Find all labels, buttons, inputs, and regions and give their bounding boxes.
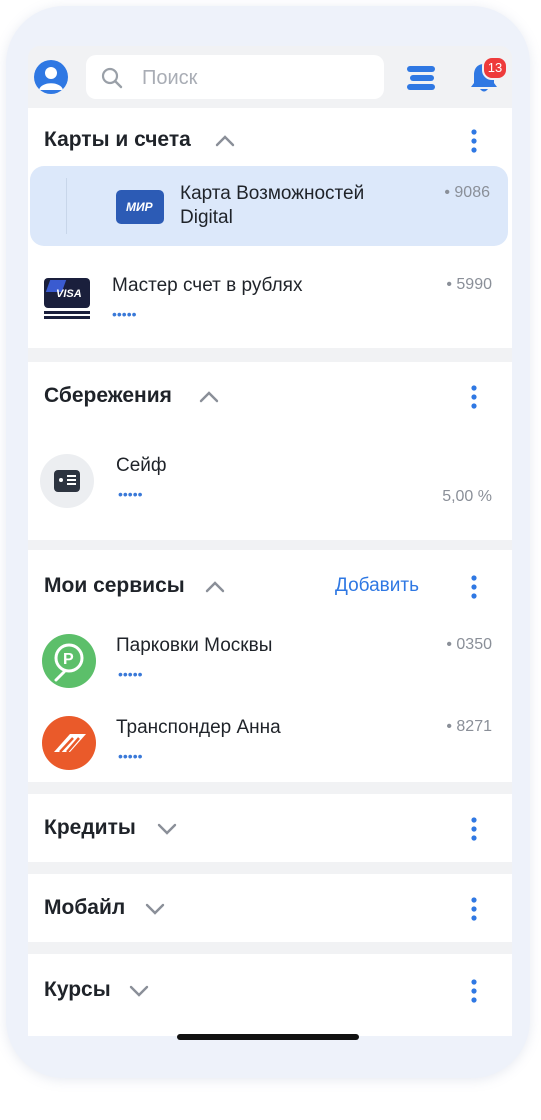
notification-badge: 13 — [482, 56, 508, 80]
mobile-section-title: Мобайл — [44, 896, 126, 919]
savings-more-icon[interactable] — [468, 384, 480, 410]
chevron-down-icon[interactable] — [144, 902, 166, 916]
services-section-title[interactable]: Мои сервисы — [44, 574, 185, 598]
card-row-mir[interactable]: МИР Карта Возможностей Digital • 9086 — [30, 166, 508, 246]
hidden-balance: ••••• — [118, 486, 143, 502]
cards-section-title[interactable]: Карты и счета — [44, 128, 191, 152]
row-divider — [66, 178, 67, 234]
transponder-title: Транспондер Анна — [116, 717, 281, 738]
parking-title: Парковки Москвы — [116, 635, 273, 656]
rates-section[interactable]: Курсы — [28, 954, 512, 1036]
search-placeholder: Поиск — [142, 67, 198, 89]
top-bar: Поиск 13 — [28, 46, 512, 108]
mobile-more-icon[interactable] — [468, 896, 480, 922]
svg-text:P: P — [63, 651, 74, 668]
mir-card-icon: МИР — [116, 190, 164, 224]
safe-rate: 5,00 % — [442, 488, 492, 505]
card-title-line1: Карта Возможностей — [180, 183, 365, 204]
parking-icon: P — [42, 634, 96, 688]
add-service-link[interactable]: Добавить — [335, 575, 419, 597]
chevron-down-icon[interactable] — [128, 984, 150, 998]
service-row-transponder[interactable]: Транспондер Анна • 8271 ••••• — [28, 708, 512, 782]
menu-icon[interactable] — [406, 63, 438, 93]
credits-more-icon[interactable] — [468, 816, 480, 842]
credits-section[interactable]: Кредиты — [28, 794, 512, 862]
cards-more-icon[interactable] — [468, 128, 480, 154]
profile-avatar-icon[interactable] — [34, 60, 68, 94]
account-title: Мастер счет в рублях — [112, 275, 303, 296]
chevron-up-icon[interactable] — [214, 134, 236, 148]
home-indicator[interactable] — [177, 1034, 359, 1040]
chevron-up-icon[interactable] — [198, 390, 220, 404]
rates-section-title: Курсы — [44, 978, 111, 1001]
parking-number: • 0350 — [446, 636, 492, 653]
mobile-section[interactable]: Мобайл — [28, 874, 512, 942]
chevron-up-icon[interactable] — [204, 580, 226, 594]
hidden-balance: ••••• — [112, 306, 137, 322]
app-screen: Поиск 13 Карты и счета МИР Карта Возможн… — [28, 46, 512, 1036]
search-icon — [101, 67, 123, 89]
transponder-icon — [42, 716, 96, 770]
cards-section: Карты и счета МИР Карта Возможностей Dig… — [28, 108, 512, 348]
service-row-parking[interactable]: P Парковки Москвы • 0350 ••••• — [28, 626, 512, 702]
credits-section-title: Кредиты — [44, 816, 136, 839]
hidden-balance: ••••• — [118, 748, 143, 764]
safe-row[interactable]: Сейф ••••• 5,00 % — [28, 440, 512, 540]
safe-icon — [40, 454, 94, 508]
account-number: • 5990 — [446, 276, 492, 293]
chevron-down-icon[interactable] — [156, 822, 178, 836]
hidden-balance: ••••• — [118, 666, 143, 682]
card-number: • 9086 — [444, 184, 490, 201]
transponder-number: • 8271 — [446, 718, 492, 735]
savings-section: Сбережения Сейф ••••• 5,00 % — [28, 362, 512, 540]
services-section: Мои сервисы Добавить P Парковки Москвы •… — [28, 550, 512, 782]
visa-card-icon: VISA — [44, 278, 90, 320]
search-input[interactable]: Поиск — [86, 55, 384, 99]
account-row-visa[interactable]: VISA Мастер счет в рублях • 5990 ••••• — [28, 258, 512, 348]
services-more-icon[interactable] — [468, 574, 480, 600]
savings-section-title[interactable]: Сбережения — [44, 384, 172, 408]
safe-title: Сейф — [116, 455, 167, 476]
card-title-line2: Digital — [180, 207, 233, 228]
rates-more-icon[interactable] — [468, 978, 480, 1004]
